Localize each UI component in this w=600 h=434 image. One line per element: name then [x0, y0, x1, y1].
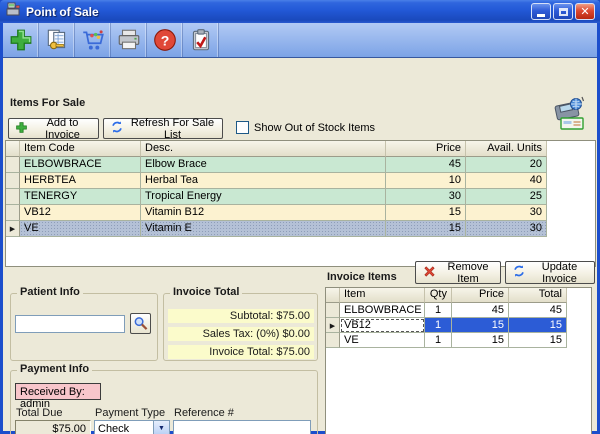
table-row[interactable]: VE 1 15 15 — [326, 333, 591, 348]
items-for-sale-title: Items For Sale — [10, 97, 85, 109]
minimize-button[interactable] — [531, 3, 551, 20]
show-out-of-stock-checkbox[interactable] — [236, 121, 249, 134]
refresh-icon — [512, 264, 526, 281]
reference-input[interactable] — [173, 420, 311, 434]
payment-info-title: Payment Info — [17, 363, 92, 375]
help-icon[interactable]: ? — [147, 23, 183, 57]
total-due-label: Total Due — [16, 407, 62, 419]
point-of-sale-window: Point of Sale ✕ ? Items For Sale — [0, 0, 600, 434]
update-invoice-label: Update Invoice — [531, 261, 588, 285]
row-selector-arrow: ▶ — [6, 221, 20, 237]
subtotal-field: Subtotal: $75.00 — [168, 309, 314, 323]
client-area: Items For Sale Add to Invoice Refresh Fo… — [3, 58, 597, 431]
invoice-total-title: Invoice Total — [170, 286, 242, 298]
toolbar: ? — [3, 23, 597, 58]
close-button[interactable]: ✕ — [575, 3, 595, 20]
remove-item-label: Remove Item — [442, 261, 494, 285]
invoice-total-field: Invoice Total: $75.00 — [168, 345, 314, 359]
column-header-price[interactable]: Price — [452, 288, 509, 303]
invoice-items-grid: Item Qty Price Total ELBOWBRACE 1 45 45 … — [325, 287, 592, 434]
add-to-invoice-button[interactable]: Add to Invoice — [8, 118, 99, 139]
column-header-total[interactable]: Total — [509, 288, 567, 303]
remove-item-button[interactable]: Remove Item — [415, 261, 501, 284]
table-row-selected[interactable]: ▶ VE Vitamin E 15 30 — [6, 221, 595, 237]
column-header-item[interactable]: Item — [340, 288, 425, 303]
remove-x-icon — [422, 264, 437, 282]
payment-type-value: Check — [95, 423, 153, 434]
table-row[interactable]: VB12 Vitamin B12 15 30 — [6, 205, 595, 221]
refresh-for-sale-label: Refresh For Sale List — [129, 117, 216, 141]
tasks-icon[interactable] — [183, 23, 219, 57]
svg-text:?: ? — [160, 32, 169, 48]
invoice-items-title: Invoice Items — [327, 271, 397, 283]
patient-search-button[interactable] — [130, 313, 151, 334]
sale-cart-icon[interactable] — [75, 23, 111, 57]
show-out-of-stock-label: Show Out of Stock Items — [254, 122, 375, 134]
invoice-total-group: Invoice Total Subtotal: $75.00 Sales Tax… — [163, 293, 318, 361]
reference-label: Reference # — [174, 407, 234, 419]
pos-terminal-icon — [552, 94, 588, 135]
window-title: Point of Sale — [26, 5, 99, 19]
table-row[interactable]: TENERGY Tropical Energy 30 25 — [6, 189, 595, 205]
row-selector-arrow: ▶ — [326, 318, 340, 333]
title-bar[interactable]: Point of Sale ✕ — [0, 0, 600, 23]
reports-icon[interactable] — [39, 23, 75, 57]
selector-header — [326, 288, 340, 303]
items-for-sale-grid: Item Code Desc. Price Avail. Units ELBOW… — [5, 140, 596, 267]
payment-type-select[interactable]: Check ▼ — [94, 420, 170, 434]
patient-info-title: Patient Info — [17, 286, 83, 298]
update-invoice-button[interactable]: Update Invoice — [505, 261, 595, 284]
payment-type-label: Payment Type — [95, 407, 165, 419]
print-icon[interactable] — [111, 23, 147, 57]
column-header-price[interactable]: Price — [386, 141, 466, 157]
refresh-icon — [110, 120, 124, 137]
payment-info-group: Payment Info Received By: admin Total Du… — [10, 370, 318, 434]
selector-header — [6, 141, 20, 157]
app-icon — [5, 1, 21, 22]
maximize-button[interactable] — [553, 3, 573, 20]
sales-tax-field: Sales Tax: (0%) $0.00 — [168, 327, 314, 341]
add-icon[interactable] — [3, 23, 39, 57]
add-to-invoice-label: Add to Invoice — [33, 117, 92, 141]
table-row[interactable]: ELBOWBRACE Elbow Brace 45 20 — [6, 157, 595, 173]
column-header-desc[interactable]: Desc. — [141, 141, 386, 157]
received-by-field: Received By: admin — [15, 383, 101, 400]
table-row[interactable]: ELBOWBRACE 1 45 45 — [326, 303, 591, 318]
total-due-value: $75.00 — [15, 420, 91, 434]
column-header-units[interactable]: Avail. Units — [466, 141, 547, 157]
table-row[interactable]: HERBTEA Herbal Tea 10 40 — [6, 173, 595, 189]
search-icon — [133, 316, 148, 331]
chevron-down-icon[interactable]: ▼ — [153, 421, 169, 434]
refresh-for-sale-button[interactable]: Refresh For Sale List — [103, 118, 223, 139]
column-header-item-code[interactable]: Item Code — [20, 141, 141, 157]
column-header-qty[interactable]: Qty — [425, 288, 452, 303]
table-row-selected[interactable]: ▶ VB12 1 15 15 — [326, 318, 591, 333]
patient-info-group: Patient Info — [10, 293, 158, 361]
patient-search-input[interactable] — [15, 315, 125, 333]
plus-icon — [15, 121, 28, 137]
